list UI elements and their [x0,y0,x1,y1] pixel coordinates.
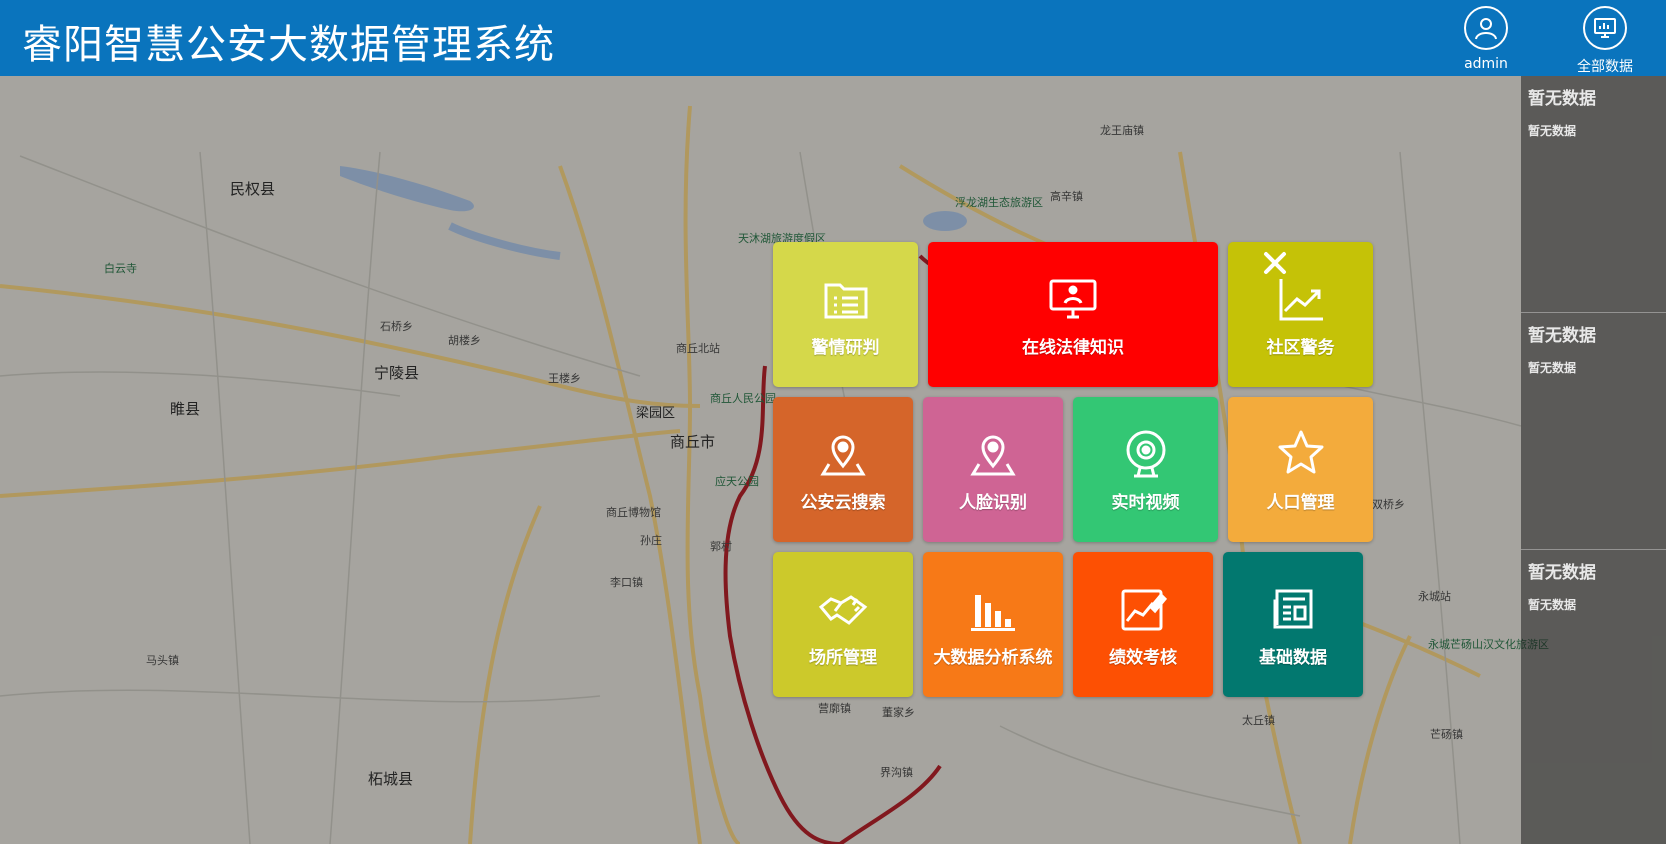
tile-label: 绩效考核 [1109,648,1177,668]
trend-chart-icon [1279,279,1323,321]
side-section: 暂无数据 暂无数据 [1521,550,1666,786]
tile-community-policing[interactable]: 社区警务 [1228,242,1373,387]
side-section-subtitle: 暂无数据 [1528,598,1577,612]
tile-big-data-analysis[interactable]: 大数据分析系统 [923,552,1063,697]
all-data-button[interactable]: 全部数据 [1560,6,1650,76]
all-data-label: 全部数据 [1577,59,1633,75]
user-icon [1464,6,1508,50]
tile-police-analysis[interactable]: 警情研判 [773,242,918,387]
tile-online-law[interactable]: 在线法律知识 [928,242,1218,387]
presentation-screen-icon [1049,279,1097,319]
app-title: 睿阳智慧公安大数据管理系统 [22,22,555,68]
tile-label: 基础数据 [1259,648,1327,668]
side-section-title: 暂无数据 [1528,89,1596,109]
folder-list-icon [824,283,867,319]
map-pin-icon [970,435,1016,476]
top-header: 睿阳智慧公安大数据管理系统 admin 全部数据 [0,0,1666,76]
monitor-chart-icon [1583,6,1627,50]
tile-label: 场所管理 [809,648,877,668]
side-section-title: 暂无数据 [1528,563,1596,583]
user-label: admin [1464,56,1508,72]
tile-label: 实时视频 [1111,493,1180,513]
side-section-subtitle: 暂无数据 [1528,124,1577,138]
tile-label: 人脸识别 [959,493,1027,513]
side-section: 暂无数据 暂无数据 [1521,313,1666,550]
user-button[interactable]: admin [1441,6,1531,72]
tile-label: 社区警务 [1266,338,1335,358]
tile-cloud-search[interactable]: 公安云搜索 [773,397,913,542]
tile-live-video[interactable]: 实时视频 [1073,397,1218,542]
tile-face-recognition[interactable]: 人脸识别 [923,397,1063,542]
map-pin-icon [820,435,866,476]
tile-basic-data[interactable]: 基础数据 [1223,552,1363,697]
newspaper-icon [1273,589,1313,629]
tile-label: 在线法律知识 [1022,338,1124,358]
handshake-icon [818,595,868,625]
side-section: 暂无数据 暂无数据 [1521,76,1666,313]
tile-performance-review[interactable]: 绩效考核 [1073,552,1213,697]
webcam-icon [1126,430,1165,478]
bar-chart-icon [971,595,1015,631]
pen-chart-icon [1121,589,1168,631]
star-icon [1278,430,1323,474]
tile-label: 人口管理 [1266,493,1335,513]
tile-population[interactable]: 人口管理 [1228,397,1373,542]
tile-label: 警情研判 [811,338,880,358]
tile-label: 公安云搜索 [800,493,886,513]
close-icon[interactable] [1262,250,1288,276]
tile-venue-management[interactable]: 场所管理 [773,552,913,697]
side-section-subtitle: 暂无数据 [1528,361,1577,375]
side-panel: 暂无数据 暂无数据 暂无数据 暂无数据 暂无数据 暂无数据 [1521,76,1666,844]
side-section-title: 暂无数据 [1528,326,1596,346]
tile-label: 大数据分析系统 [933,648,1053,668]
